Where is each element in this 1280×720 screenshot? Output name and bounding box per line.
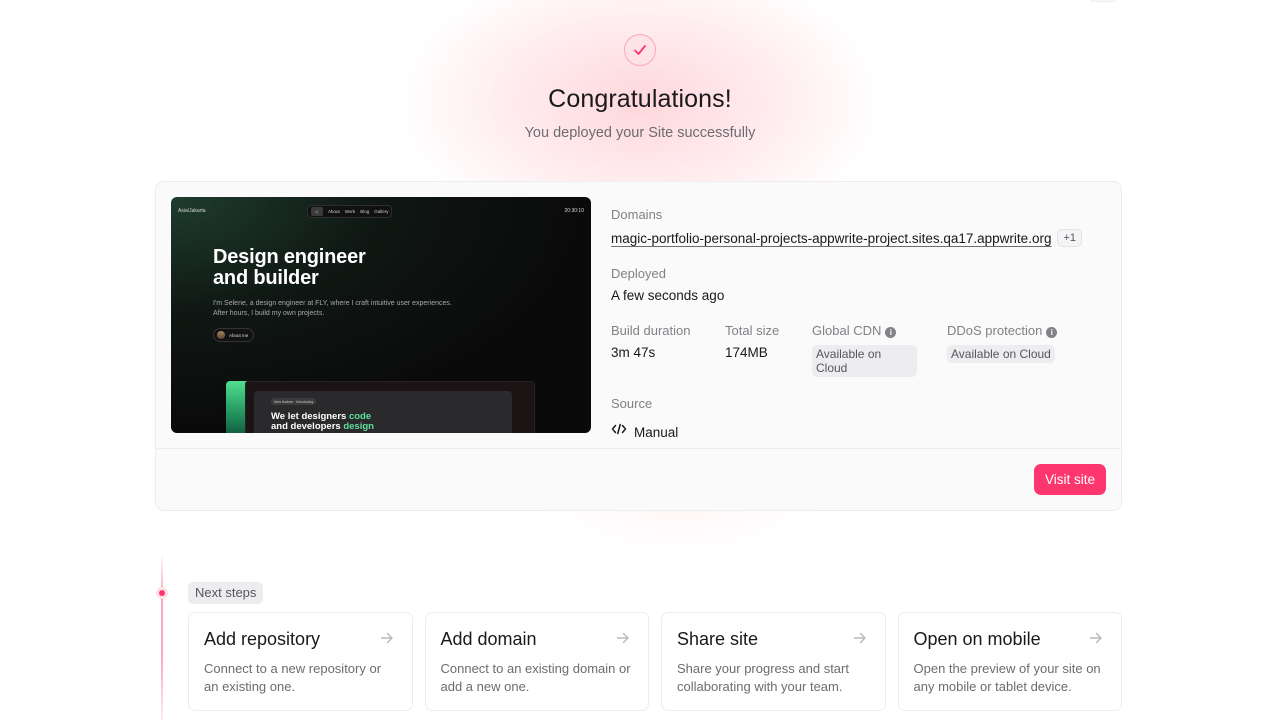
deployment-card: Asia/Jakarta ⌂ About Work Blog Gallery 2…: [155, 181, 1122, 511]
deployed-block: Deployed A few seconds ago: [611, 266, 1087, 303]
home-icon: ⌂: [311, 207, 323, 216]
preview-big-text: We let designers code and developers des…: [271, 412, 374, 432]
visit-site-button[interactable]: Visit site: [1033, 464, 1106, 495]
preview-pill: New feature · Introducing: [271, 398, 317, 405]
preview-nav-item: About: [328, 209, 340, 214]
preview-about-button: About me: [213, 328, 255, 342]
code-icon: [611, 423, 627, 435]
check-circle-icon: [624, 34, 656, 66]
preview-nav-item: Work: [344, 209, 356, 214]
step-description: Connect to a new repository or an existi…: [204, 661, 382, 694]
build-duration-label: Build duration: [611, 323, 691, 338]
preview-headline-line1: Design engineer: [213, 246, 366, 268]
top-corner-control[interactable]: [1090, 0, 1116, 2]
next-steps-list: Add repository Connect to a new reposito…: [188, 612, 1122, 711]
deployment-success-page: Congratulations! You deployed your Site …: [0, 0, 1280, 720]
preview-about-label: About me: [229, 332, 249, 338]
site-preview-image[interactable]: Asia/Jakarta ⌂ About Work Blog Gallery 2…: [171, 197, 591, 433]
info-icon[interactable]: i: [1046, 327, 1058, 338]
step-card-share-site[interactable]: Share site Share your progress and start…: [661, 612, 886, 711]
domain-link[interactable]: magic-portfolio-personal-projects-appwri…: [611, 231, 1051, 246]
preview-headline-line2: and builder: [213, 267, 319, 289]
ddos-stat: DDoS protection i Available on Cloud: [947, 323, 1058, 377]
preview-nav-item: Blog: [360, 209, 370, 214]
total-size-label: Total size: [725, 323, 780, 338]
cdn-tag: Available on Cloud: [812, 345, 917, 377]
cdn-label: Global CDN: [812, 323, 882, 338]
arrow-right-icon: [380, 632, 393, 644]
step-description: Connect to an existing domain or add a n…: [440, 661, 631, 694]
stats-row: Build duration 3m 47s Total size 174MB G…: [611, 323, 1087, 377]
page-subtitle: You deployed your Site successfully: [524, 125, 756, 141]
hero-section: Congratulations! You deployed your Site …: [0, 34, 1280, 141]
cdn-label-row: Global CDN i: [812, 323, 917, 338]
source-label: Source: [611, 396, 653, 411]
source-value: Manual: [634, 425, 679, 440]
build-duration-stat: Build duration 3m 47s: [611, 323, 695, 377]
ddos-label: DDoS protection: [947, 323, 1043, 338]
total-size-stat: Total size 174MB: [725, 323, 782, 377]
deployment-card-footer: Visit site: [156, 449, 1121, 511]
page-title: Congratulations!: [548, 85, 732, 113]
avatar: [217, 331, 225, 339]
preview-big-text-d: design: [343, 421, 374, 432]
total-size-value: 174MB: [725, 345, 768, 360]
preview-headline: Design engineer and builder: [213, 247, 366, 289]
timeline-line: [161, 553, 163, 720]
deployment-info: Domains magic-portfolio-personal-project…: [611, 207, 1087, 440]
source-row: Manual: [611, 418, 1087, 440]
deployed-value: A few seconds ago: [611, 288, 725, 303]
preview-description: I'm Selene, a design engineer at FLY, wh…: [213, 300, 452, 317]
step-description: Open the preview of your site on any mob…: [913, 661, 1101, 694]
info-icon[interactable]: i: [885, 327, 897, 338]
step-title: Share site: [677, 629, 759, 649]
next-steps-label: Next steps: [188, 582, 264, 604]
step-title: Add domain: [440, 629, 537, 649]
preview-logo: Asia/Jakarta: [178, 208, 206, 214]
build-duration-value: 3m 47s: [611, 345, 656, 360]
arrow-right-icon: [853, 632, 866, 644]
preview-nav-item: Gallery: [374, 209, 389, 214]
arrow-right-icon: [616, 632, 629, 644]
deployed-label: Deployed: [611, 266, 666, 281]
timeline-dot: [156, 587, 168, 599]
step-title: Open on mobile: [913, 629, 1041, 649]
cdn-stat: Global CDN i Available on Cloud: [812, 323, 917, 377]
step-card-add-domain[interactable]: Add domain Connect to an existing domain…: [424, 612, 649, 711]
domains-label: Domains: [611, 207, 663, 222]
extra-domains-badge[interactable]: +1: [1057, 229, 1082, 247]
domain-row: magic-portfolio-personal-projects-appwri…: [611, 229, 1087, 247]
preview-time: 20:30:10: [564, 208, 584, 214]
step-card-open-on-mobile[interactable]: Open on mobile Open the preview of your …: [897, 612, 1122, 711]
arrow-right-icon: [1089, 632, 1102, 644]
step-title: Add repository: [204, 629, 321, 649]
ddos-tag: Available on Cloud: [947, 345, 1055, 363]
source-block: Source Manual: [611, 396, 1087, 440]
preview-big-text-c: and developers: [271, 421, 344, 432]
preview-nav: ⌂ About Work Blog Gallery: [307, 205, 393, 218]
step-description: Share your progress and start collaborat…: [677, 661, 849, 694]
ddos-label-row: DDoS protection i: [947, 323, 1058, 338]
deployment-card-body: Asia/Jakarta ⌂ About Work Blog Gallery 2…: [156, 182, 1121, 449]
step-card-add-repository[interactable]: Add repository Connect to a new reposito…: [188, 612, 413, 711]
